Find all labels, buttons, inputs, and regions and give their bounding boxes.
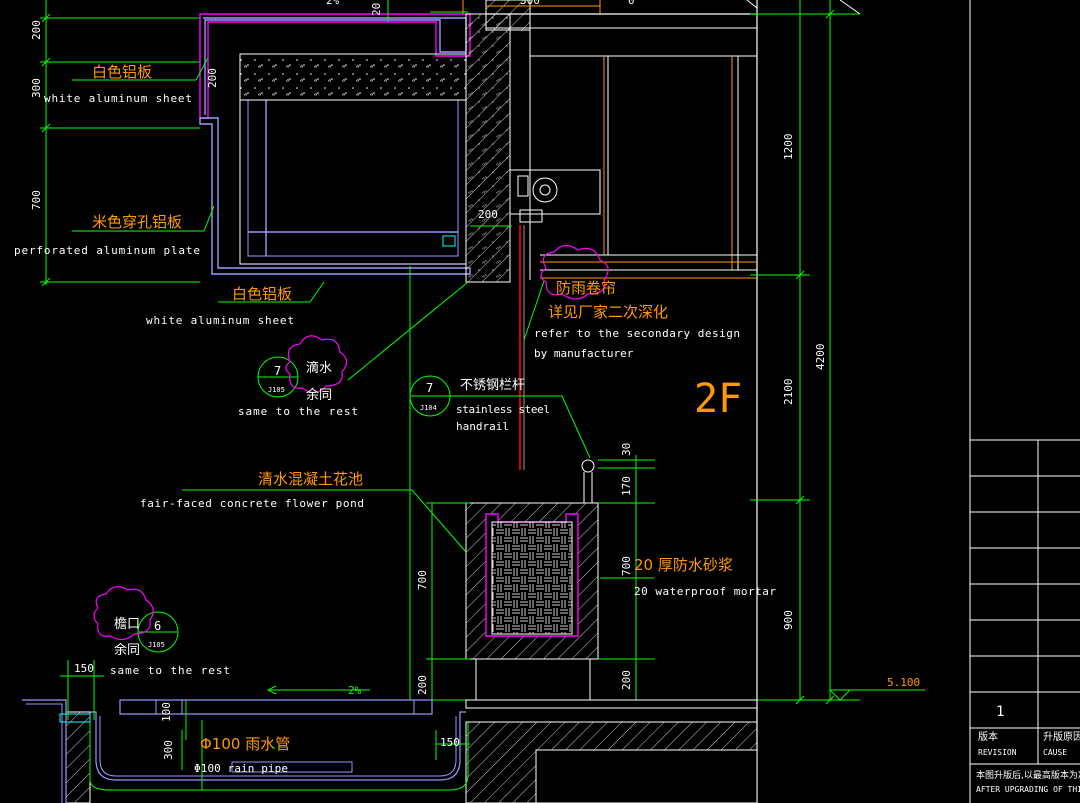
dim-300-bottom: 300 — [162, 740, 175, 760]
floor-label: 2F — [694, 376, 742, 422]
dim-top-300: 300 — [520, 0, 540, 7]
flower-pond — [465, 502, 599, 700]
dim-right-1200: 1200 — [782, 134, 795, 161]
perforated-en: perforated aluminum plate — [14, 244, 200, 257]
dim-right-2100: 2100 — [782, 379, 795, 406]
rain-curtain-cn: 防雨卷帘 — [556, 279, 616, 297]
dim-top-20: 20 — [370, 3, 383, 16]
drip-cn: 滴水 — [306, 360, 332, 376]
dim-bracket-200: 200 — [478, 208, 498, 221]
callout-2-ref: J104 — [420, 404, 437, 412]
top-right-marks — [746, 0, 861, 15]
secondary-design-en-2: by manufacturer — [534, 347, 634, 360]
handrail-en-2: handrail — [456, 420, 509, 433]
cause-en: CAUSE — [1043, 748, 1067, 757]
slope-bottom: 2% — [348, 684, 362, 697]
annotation-text: 白色铝板 white aluminum sheet 米色穿孔铝板 perfora… — [14, 63, 776, 775]
secondary-design-en-1: refer to the secondary design — [534, 327, 740, 340]
callout-3-ref: J105 — [148, 641, 165, 649]
cause-cn: 升版原因 — [1043, 730, 1080, 743]
lower-slab — [22, 699, 758, 803]
white-alu-en-1: white aluminum sheet — [44, 92, 192, 105]
right-dimension-chain — [750, 0, 925, 705]
rest-en-1: same to the rest — [238, 405, 358, 418]
revision-cn: 版本 — [978, 730, 998, 743]
revision-en: REVISION — [978, 748, 1017, 757]
title-note-en: AFTER UPGRADING OF THIS — [976, 785, 1080, 794]
rain-pipe-en: Φ100 rain pipe — [194, 762, 288, 775]
handrail-cn: 不锈钢栏杆 — [460, 378, 525, 393]
level-mark: 5.100 — [887, 676, 920, 689]
dim-150-left: 150 — [74, 662, 94, 675]
title-block — [969, 0, 1080, 803]
dim-left-low: 700 — [30, 190, 43, 210]
callout-2-num: 7 — [426, 381, 433, 395]
dim-top-2pct: 2% — [326, 0, 340, 7]
flower-pond-en: fair-faced concrete flower pond — [140, 497, 364, 510]
mortar-en: 20 waterproof mortar — [634, 585, 776, 598]
structural-wall — [465, 0, 757, 283]
flower-pond-cn: 清水混凝土花池 — [258, 470, 363, 488]
title-note-cn: 本图升版后,以最高版本为准 — [976, 769, 1080, 781]
stainless-handrail — [581, 459, 595, 503]
dim-box-200: 200 — [206, 68, 219, 88]
cad-drawing: 200 300 700 200 20 2% 300 1200 2100 900 … — [14, 0, 1080, 803]
mortar-cn: 20 厚防水砂浆 — [634, 556, 733, 574]
top-right-tick: 0 — [628, 0, 635, 7]
dim-bottom-200-left: 200 — [416, 675, 429, 695]
callout-1-num: 7 — [274, 364, 281, 378]
callout-1-ref: J105 — [268, 386, 285, 394]
dim-150-right: 150 — [440, 736, 460, 749]
dim-pond-700-right: 700 — [620, 556, 633, 576]
eave-cn: 檐口 — [114, 617, 140, 632]
white-alu-cn-1: 白色铝板 — [92, 63, 152, 81]
perforated-cn: 米色穿孔铝板 — [92, 213, 182, 231]
dim-right-900: 900 — [782, 610, 795, 630]
dim-left-top: 200 — [30, 20, 43, 40]
white-alu-cn-2: 白色铝板 — [232, 285, 292, 303]
canopy-slab — [239, 53, 467, 101]
handrail-en-1: stainless steel — [456, 403, 550, 416]
dim-100: 100 — [160, 702, 173, 722]
callout-3-num: 6 — [154, 619, 161, 633]
dim-handrail-170: 170 — [620, 476, 633, 496]
rest-cn-1: 余同 — [306, 387, 332, 403]
dim-pond-700-left: 700 — [416, 570, 429, 590]
dim-left-mid: 300 — [30, 78, 43, 98]
dim-right-4200: 4200 — [814, 344, 827, 371]
rest-cn-2: 余同 — [114, 642, 140, 658]
dim-handrail-30: 30 — [620, 443, 633, 456]
canopy-outline — [199, 13, 471, 275]
secondary-design-cn: 详见厂家二次深化 — [548, 303, 668, 321]
revision-number: 1 — [996, 704, 1004, 720]
rest-en-2: same to the rest — [110, 664, 230, 677]
white-alu-en-2: white aluminum sheet — [146, 314, 294, 327]
rain-pipe-cn: Φ100 雨水管 — [200, 735, 290, 753]
dim-bottom-200-right: 200 — [620, 670, 633, 690]
